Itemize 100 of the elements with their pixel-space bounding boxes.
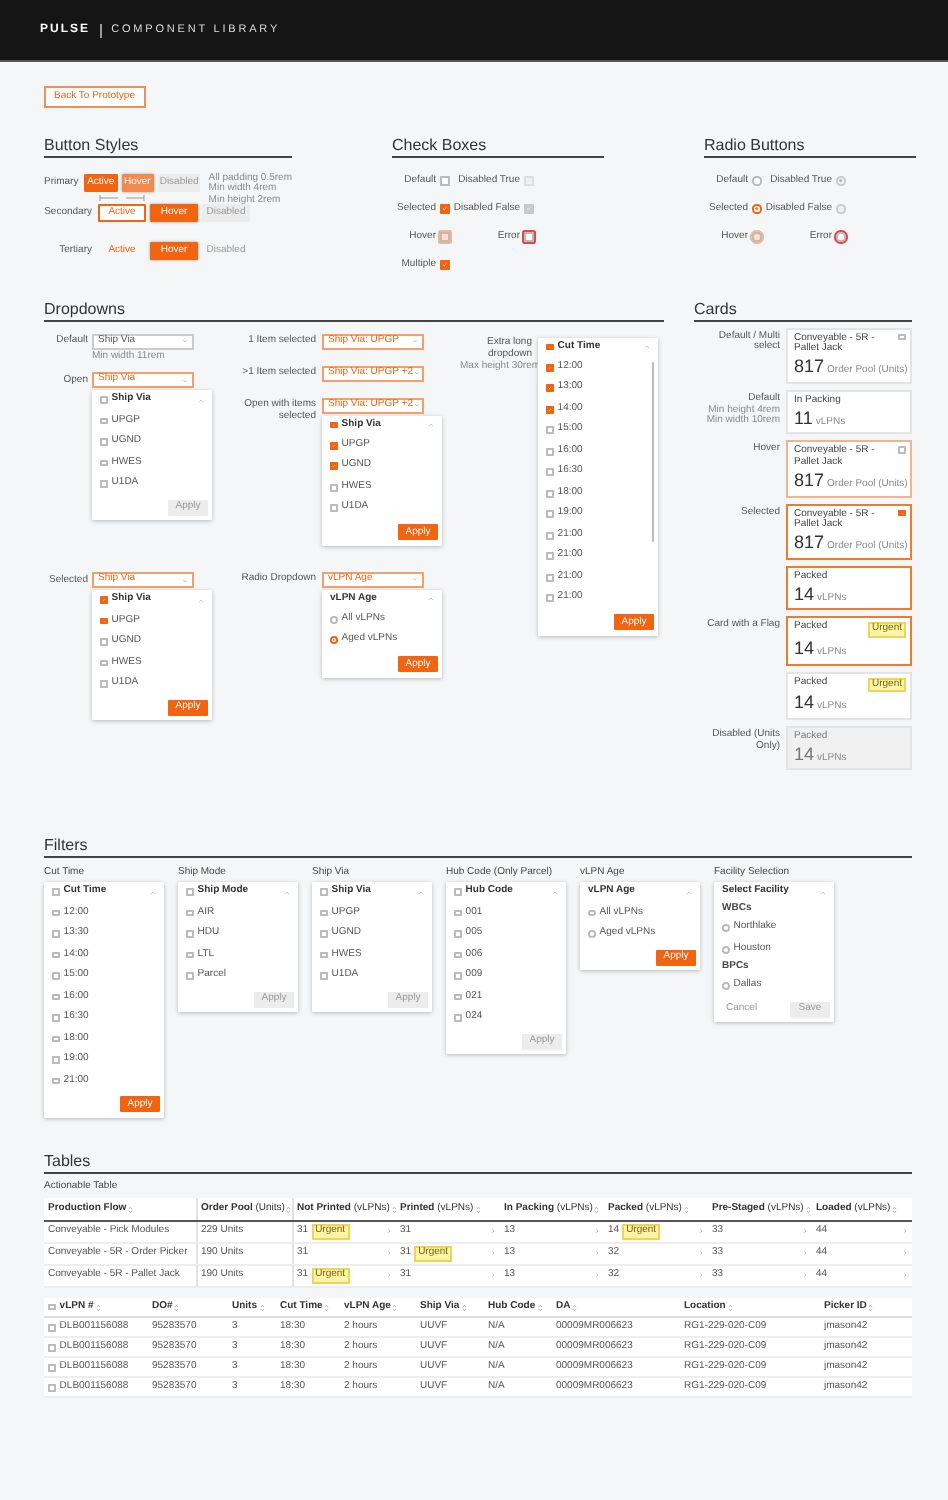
sort-icon <box>537 1303 542 1311</box>
sort-icon <box>572 1303 578 1311</box>
checkbox[interactable] <box>52 972 60 980</box>
section-title: Button Styles <box>44 135 292 157</box>
checkbox[interactable] <box>186 888 194 897</box>
checkbox[interactable] <box>546 363 554 372</box>
section-title: Cards <box>694 299 912 321</box>
checkbox[interactable] <box>440 176 450 186</box>
section-title: Dropdowns <box>44 299 664 321</box>
sort-icon <box>594 1205 600 1213</box>
checkbox[interactable] <box>52 1014 60 1022</box>
checkbox[interactable] <box>100 396 108 405</box>
radio-button[interactable] <box>752 176 762 186</box>
radio-button[interactable] <box>836 232 846 242</box>
radio-button[interactable] <box>722 945 730 954</box>
checkbox[interactable] <box>546 489 554 498</box>
checkbox[interactable] <box>546 405 554 414</box>
checkbox[interactable] <box>546 552 554 561</box>
radio-button[interactable] <box>588 930 596 938</box>
checkbox[interactable] <box>100 659 108 667</box>
sort-icon <box>683 1205 689 1213</box>
checkbox[interactable] <box>100 680 108 688</box>
checkbox[interactable] <box>330 462 338 471</box>
section-title: Check Boxes <box>392 135 604 157</box>
checkbox[interactable] <box>546 426 554 435</box>
checkbox[interactable] <box>52 888 60 897</box>
sort-icon <box>391 1205 397 1213</box>
checkbox[interactable] <box>546 343 554 351</box>
checkbox[interactable] <box>330 504 338 513</box>
checkbox[interactable] <box>48 1343 56 1352</box>
checkbox[interactable] <box>440 204 450 214</box>
checkbox[interactable] <box>330 441 338 450</box>
checkbox[interactable] <box>100 438 108 446</box>
section-title: Filters <box>44 835 912 857</box>
checkbox[interactable] <box>52 1077 60 1085</box>
checkbox[interactable] <box>100 617 108 625</box>
checkbox[interactable] <box>186 930 194 938</box>
checkbox[interactable] <box>52 993 60 1001</box>
checkbox[interactable] <box>898 509 906 517</box>
radio-button[interactable] <box>330 615 338 624</box>
sort-icon <box>727 1303 733 1311</box>
checkbox[interactable] <box>454 909 462 917</box>
checkbox[interactable] <box>52 1035 60 1043</box>
checkbox[interactable] <box>100 638 108 646</box>
sort-icon <box>461 1303 467 1311</box>
scrollbar[interactable] <box>651 361 654 541</box>
checkbox[interactable] <box>52 951 60 959</box>
checkbox[interactable] <box>546 384 554 393</box>
checkbox[interactable] <box>524 232 534 242</box>
radio-button[interactable] <box>722 982 730 990</box>
checkbox[interactable] <box>100 417 108 425</box>
radio-button[interactable] <box>752 232 762 242</box>
radio-button[interactable] <box>330 636 338 645</box>
checkbox[interactable] <box>546 594 554 603</box>
section-title: Tables <box>44 1151 912 1173</box>
card-value: 11 <box>794 409 813 427</box>
checkbox[interactable] <box>100 480 108 488</box>
checkbox[interactable] <box>100 459 108 467</box>
sort-icon <box>324 1303 330 1311</box>
checkbox[interactable] <box>454 930 462 938</box>
checkbox[interactable] <box>454 1014 462 1022</box>
checkbox[interactable] <box>546 510 554 519</box>
checkbox[interactable] <box>320 930 328 938</box>
checkbox[interactable] <box>454 888 462 897</box>
checkbox[interactable] <box>898 333 906 341</box>
checkbox[interactable] <box>186 972 194 980</box>
checkbox[interactable] <box>440 260 450 270</box>
checkbox[interactable] <box>330 421 338 429</box>
checkbox[interactable] <box>546 447 554 456</box>
checkbox[interactable] <box>48 1383 56 1392</box>
checkbox[interactable] <box>454 972 462 980</box>
sort-icon <box>868 1303 874 1311</box>
checkbox[interactable] <box>48 1323 56 1332</box>
checkbox[interactable] <box>48 1363 56 1372</box>
checkbox[interactable] <box>546 531 554 540</box>
radio-button[interactable] <box>722 924 730 933</box>
checkbox[interactable] <box>52 1056 60 1064</box>
checkbox[interactable] <box>320 951 328 959</box>
card-value: 817 <box>794 471 825 490</box>
checkbox[interactable] <box>440 232 450 242</box>
checkbox[interactable] <box>546 573 554 582</box>
card-value: 14 <box>794 639 815 658</box>
checkbox[interactable] <box>52 930 60 938</box>
checkbox[interactable] <box>186 951 194 959</box>
checkbox[interactable] <box>48 1303 56 1311</box>
checkbox[interactable] <box>320 972 328 980</box>
sort-icon <box>286 1205 292 1213</box>
checkbox[interactable] <box>546 468 554 477</box>
radio-button[interactable] <box>588 909 596 917</box>
checkbox[interactable] <box>186 909 194 917</box>
checkbox[interactable] <box>454 993 462 1001</box>
checkbox[interactable] <box>320 888 328 897</box>
checkbox[interactable] <box>100 596 108 605</box>
checkbox[interactable] <box>898 446 906 455</box>
checkbox[interactable] <box>330 483 338 492</box>
checkbox[interactable] <box>320 909 328 917</box>
checkbox[interactable] <box>52 909 60 917</box>
radio-button[interactable] <box>752 204 762 214</box>
card-value: 817 <box>794 358 825 376</box>
checkbox[interactable] <box>454 951 462 959</box>
